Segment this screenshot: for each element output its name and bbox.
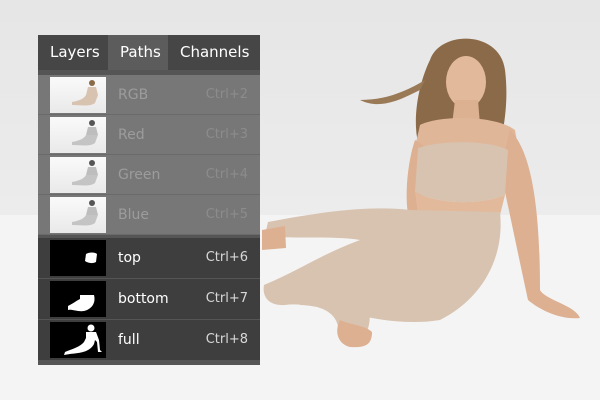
channel-shortcut: Ctrl+4 [205, 167, 248, 182]
tab-paths[interactable]: Paths [108, 35, 168, 70]
path-label: top [118, 250, 141, 266]
path-label: full [118, 332, 140, 348]
channel-row-rgb[interactable]: RGB Ctrl+2 [38, 75, 260, 115]
channel-shortcut: Ctrl+5 [205, 207, 248, 222]
tab-layers[interactable]: Layers [38, 35, 108, 70]
path-row-top[interactable]: top Ctrl+6 [38, 238, 260, 278]
channel-label: Blue [118, 207, 149, 223]
channel-shortcut: Ctrl+2 [205, 87, 248, 102]
channel-label: Green [118, 167, 161, 183]
channel-label: RGB [118, 87, 149, 103]
channels-panel: Layers Paths Channels RGB Ctrl+2 Red Ctr… [38, 35, 260, 365]
channel-row-red[interactable]: Red Ctrl+3 [38, 115, 260, 155]
channel-row-green[interactable]: Green Ctrl+4 [38, 155, 260, 195]
path-shortcut: Ctrl+6 [205, 250, 248, 265]
path-thumbnail-bottom [50, 281, 106, 317]
path-row-full[interactable]: full Ctrl+8 [38, 320, 260, 360]
path-row-bottom[interactable]: bottom Ctrl+7 [38, 279, 260, 319]
path-label: bottom [118, 291, 169, 307]
panel-tab-bar: Layers Paths Channels [38, 35, 260, 70]
channel-thumbnail-blue [50, 197, 106, 233]
bottom-silhouette-icon [68, 295, 95, 312]
channel-thumbnail-red [50, 117, 106, 153]
channel-label: Red [118, 127, 145, 143]
full-silhouette-icon [64, 324, 102, 355]
path-shortcut: Ctrl+7 [205, 291, 248, 306]
path-thumbnail-full [50, 322, 106, 358]
top-silhouette-icon [85, 252, 97, 264]
channel-thumbnail-green [50, 157, 106, 193]
channel-row-blue[interactable]: Blue Ctrl+5 [38, 195, 260, 235]
channel-shortcut: Ctrl+3 [205, 127, 248, 142]
path-thumbnail-top [50, 240, 106, 276]
path-shortcut: Ctrl+8 [205, 332, 248, 347]
tab-channels[interactable]: Channels [168, 35, 260, 70]
channel-thumbnail-rgb [50, 77, 106, 113]
